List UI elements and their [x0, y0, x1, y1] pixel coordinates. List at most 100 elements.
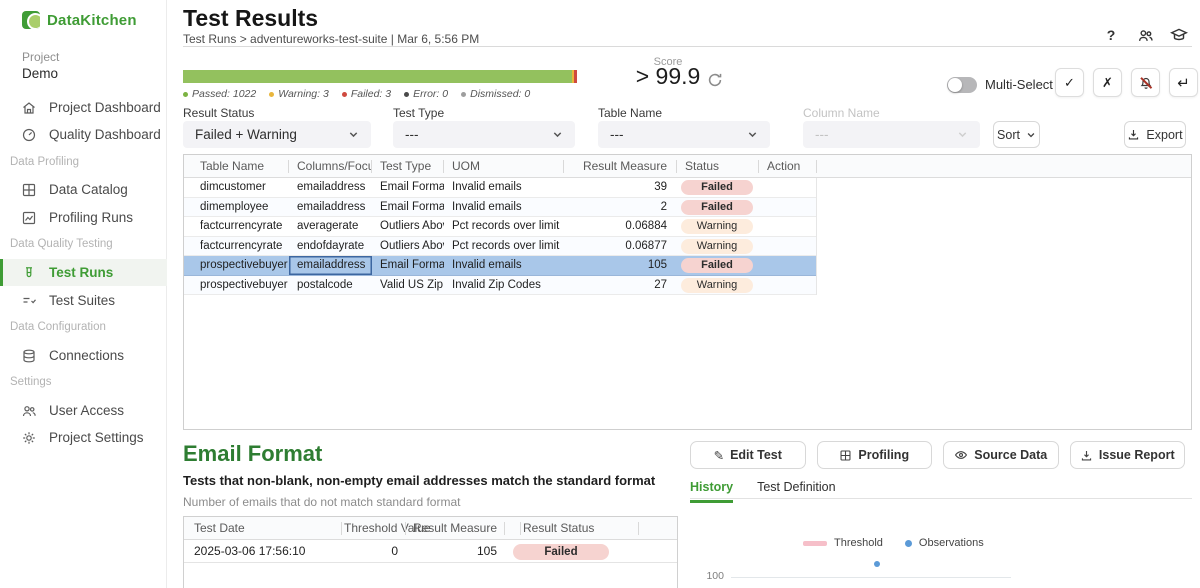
col-test-type[interactable]: Test Type	[372, 155, 444, 177]
filter-label-test-type: Test Type	[393, 106, 444, 120]
status-badge: Warning	[681, 219, 753, 234]
tab-test-definition[interactable]: Test Definition	[757, 480, 836, 503]
header-divider	[183, 46, 1192, 47]
sort-button[interactable]: Sort	[993, 121, 1040, 148]
edit-test-button[interactable]: ✎ Edit Test	[690, 441, 806, 469]
cell-table-name: prospectivebuyer	[184, 256, 289, 275]
failed-dot-icon	[342, 92, 347, 97]
brand-name: DataKitchen	[47, 12, 137, 29]
cell-test-type: Outliers Above	[372, 217, 444, 236]
stat-dismissed: Dismissed: 0	[461, 88, 530, 100]
export-button[interactable]: Export	[1124, 121, 1186, 148]
table-row[interactable]: dimemployee emailaddress Email Format In…	[184, 198, 816, 218]
legend-threshold[interactable]: Threshold	[803, 537, 883, 549]
brand-logo-icon	[22, 11, 40, 29]
sidebar-item-test-runs[interactable]: Test Runs	[0, 259, 167, 286]
cell-columns-focus: averagerate	[289, 217, 372, 236]
sidebar-item-user-access[interactable]: User Access	[0, 397, 167, 424]
cell-table-name: prospectivebuyer	[184, 276, 289, 295]
col-status[interactable]: Status	[677, 155, 759, 177]
table-row[interactable]: factcurrencyrate averagerate Outliers Ab…	[184, 217, 816, 237]
home-icon	[21, 100, 37, 116]
refresh-icon[interactable]	[706, 71, 724, 89]
col-table-name[interactable]: Table Name	[184, 155, 289, 177]
cell-uom: Pct records over limit	[444, 237, 564, 256]
cell-test-type: Email Format	[372, 256, 444, 275]
multi-select-toggle[interactable]	[947, 77, 977, 93]
sidebar-item-label: Connections	[49, 348, 124, 363]
sidebar-item-label: Test Runs	[49, 265, 113, 280]
reject-button[interactable]: ✗	[1093, 68, 1122, 97]
cell-columns-focus: emailaddress	[289, 198, 372, 217]
detail-description: Tests that non-blank, non-empty email ad…	[183, 473, 655, 488]
users-icon	[21, 403, 37, 419]
edit-icon: ✎	[714, 448, 724, 463]
project-name[interactable]: Demo	[22, 66, 58, 81]
cell-uom: Pct records over limit	[444, 217, 564, 236]
legend-observations[interactable]: Observations	[905, 537, 984, 549]
source-data-button[interactable]: Source Data	[943, 441, 1059, 469]
project-label: Project	[22, 50, 59, 64]
list-check-icon	[21, 293, 37, 309]
chevron-down-icon	[957, 129, 968, 140]
filter-label-table-name: Table Name	[598, 106, 662, 120]
chevron-down-icon	[747, 129, 758, 140]
cell-result-status: Failed	[513, 540, 631, 562]
cell-status: Warning	[677, 276, 759, 295]
users-icon[interactable]	[1136, 26, 1154, 44]
cell-status: Warning	[677, 217, 759, 236]
filter-label-result-status: Result Status	[183, 106, 254, 120]
sidebar-item-data-catalog[interactable]: Data Catalog	[0, 176, 167, 203]
breadcrumb[interactable]: Test Runs > adventureworks-test-suite | …	[183, 32, 479, 46]
help-icon[interactable]: ?	[1102, 26, 1120, 44]
profiling-button[interactable]: Profiling	[817, 441, 933, 469]
col-action[interactable]: Action	[759, 155, 817, 177]
sidebar-item-connections[interactable]: Connections	[0, 342, 167, 369]
detail-action-buttons: ✎ Edit Test Profiling Source Data Issue …	[690, 441, 1185, 469]
table-row[interactable]: prospectivebuyer postalcode Valid US Zip…	[184, 276, 816, 296]
test-type-select[interactable]: ---	[393, 121, 575, 148]
sidebar-item-profiling-runs[interactable]: Profiling Runs	[0, 204, 167, 231]
table-name-select[interactable]: ---	[598, 121, 770, 148]
brand-logo[interactable]: DataKitchen	[22, 11, 137, 29]
table-row[interactable]: factcurrencyrate endofdayrate Outliers A…	[184, 237, 816, 257]
col-uom[interactable]: UOM	[444, 155, 564, 177]
col-result-measure[interactable]: Result Measure	[564, 155, 677, 177]
cell-test-type: Outliers Above	[372, 237, 444, 256]
bulk-action-buttons: ✓ ✗ ↵	[1055, 68, 1198, 97]
check-icon: ✓	[1064, 75, 1075, 91]
threshold-line-swatch-icon	[803, 541, 827, 546]
issue-report-button[interactable]: Issue Report	[1070, 441, 1186, 469]
cell-result-measure: 105	[564, 256, 677, 275]
col-gap	[497, 517, 513, 539]
sidebar-item-quality-dashboard[interactable]: Quality Dashboard	[0, 121, 167, 148]
graduation-cap-icon[interactable]	[1170, 26, 1188, 44]
cell-test-type: Email Format	[372, 178, 444, 197]
status-badge: Warning	[681, 278, 753, 293]
tab-history[interactable]: History	[690, 480, 733, 503]
history-row[interactable]: 2025-03-06 17:56:10 0 105 Failed	[184, 540, 677, 563]
cell-threshold-value: 0	[334, 540, 398, 562]
col-columns-focus[interactable]: Columns/Focus	[289, 155, 372, 177]
cell-uom: Invalid emails	[444, 198, 564, 217]
table-row[interactable]: prospectivebuyer emailaddress Email Form…	[184, 256, 816, 276]
sidebar-item-test-suites[interactable]: Test Suites	[0, 287, 167, 314]
rerun-button[interactable]: ↵	[1169, 68, 1198, 97]
result-status-select[interactable]: Failed + Warning	[183, 121, 371, 148]
col-result-status: Result Status	[513, 517, 631, 539]
accept-button[interactable]: ✓	[1055, 68, 1084, 97]
issue-report-label: Issue Report	[1099, 448, 1175, 462]
sidebar-item-project-dashboard[interactable]: Project Dashboard	[0, 94, 167, 121]
cell-test-type: Email Format	[372, 198, 444, 217]
mute-notifications-button[interactable]	[1131, 68, 1160, 97]
table-row[interactable]: dimcustomer emailaddress Email Format In…	[184, 178, 816, 198]
cell-result-measure: 0.06884	[564, 217, 677, 236]
legend-observations-label: Observations	[919, 537, 984, 549]
sidebar-item-label: Data Catalog	[49, 182, 128, 197]
y-axis-tick-100: 100	[700, 570, 724, 582]
status-badge: Failed	[681, 180, 753, 195]
sidebar-item-project-settings[interactable]: Project Settings	[0, 424, 167, 451]
col-empty	[631, 517, 677, 539]
cell-columns-focus: emailaddress	[289, 256, 372, 275]
export-label: Export	[1146, 128, 1182, 142]
